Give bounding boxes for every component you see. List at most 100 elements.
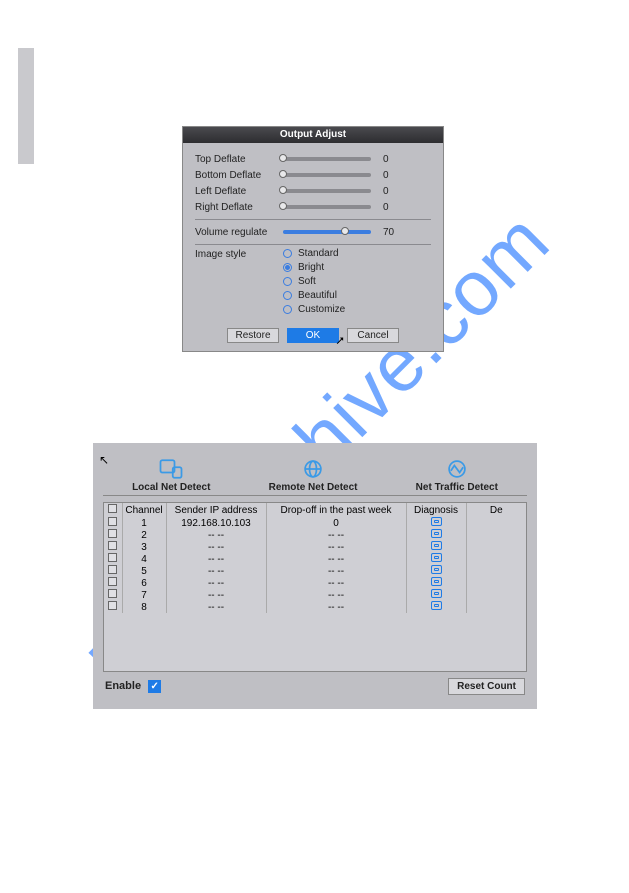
deflate-slider[interactable] [283,173,371,177]
cell-dropoff: -- -- [266,529,406,541]
volume-value: 70 [383,227,394,238]
deflate-slider[interactable] [283,189,371,193]
diagnosis-icon[interactable] [431,541,442,550]
cell-dropoff: -- -- [266,541,406,553]
radio-icon [283,249,292,258]
cell-ip: -- -- [166,529,266,541]
row-checkbox[interactable] [108,553,117,562]
radio-icon [283,291,292,300]
deflate-slider[interactable] [283,157,371,161]
image-style-option[interactable]: Soft [283,274,431,288]
cell-channel: 7 [122,589,166,601]
reset-count-button[interactable]: Reset Count [448,678,525,695]
slider-label: Left Deflate [195,186,283,197]
tab-underline [103,495,527,496]
volume-label: Volume regulate [195,227,283,238]
separator [195,219,431,220]
slider-label: Bottom Deflate [195,170,283,181]
image-style-option[interactable]: Bright [283,260,431,274]
enable-row: Enable ✓ [105,680,161,693]
net-detect-panel: ↖ Local Net Detect Remote Net Detect Net… [93,443,537,709]
tab-remote-net-detect[interactable]: Remote Net Detect [269,458,358,493]
diagnosis-icon[interactable] [431,577,442,586]
deflate-slider[interactable] [283,205,371,209]
table-row: 3-- ---- -- [104,541,526,553]
cell-dropoff: 0 [266,517,406,529]
slider-value: 0 [383,186,389,197]
header-checkbox[interactable] [108,504,117,513]
cell-channel: 6 [122,577,166,589]
mouse-cursor-icon: ↖ [99,453,109,467]
tab-net-traffic-detect[interactable]: Net Traffic Detect [416,458,498,493]
cell-channel: 5 [122,565,166,577]
diagnosis-icon[interactable] [431,529,442,538]
cell-dropoff: -- -- [266,589,406,601]
col-dropoff: Drop-off in the past week [266,503,406,517]
slider-value: 0 [383,202,389,213]
restore-button[interactable]: Restore [227,328,279,343]
enable-checkbox[interactable]: ✓ [148,680,161,693]
table-row: 5-- ---- -- [104,565,526,577]
table-row: 1192.168.10.1030 [104,517,526,529]
col-det: De [466,503,526,517]
page-side-bar [18,48,34,164]
cell-dropoff: -- -- [266,565,406,577]
radio-icon [283,305,292,314]
cell-channel: 3 [122,541,166,553]
table-row: 8-- ---- -- [104,601,526,613]
diagnosis-icon[interactable] [431,553,442,562]
cell-channel: 2 [122,529,166,541]
cell-ip: -- -- [166,601,266,613]
cell-dropoff: -- -- [266,553,406,565]
radio-icon [283,277,292,286]
cell-channel: 1 [122,517,166,529]
row-checkbox[interactable] [108,541,117,550]
col-channel: Channel [122,503,166,517]
slider-value: 0 [383,154,389,165]
row-checkbox[interactable] [108,601,117,610]
cell-dropoff: -- -- [266,577,406,589]
row-checkbox[interactable] [108,517,117,526]
col-sender-ip: Sender IP address [166,503,266,517]
cell-ip: -- -- [166,541,266,553]
cell-channel: 8 [122,601,166,613]
table-row: 2-- ---- -- [104,529,526,541]
traffic-icon [416,458,498,480]
cell-ip: -- -- [166,577,266,589]
output-adjust-dialog: Output Adjust Top Deflate0Bottom Deflate… [182,126,444,352]
cell-channel: 4 [122,553,166,565]
channel-table: Channel Sender IP address Drop-off in th… [103,502,527,672]
slider-label: Right Deflate [195,202,283,213]
cancel-button[interactable]: Cancel [347,328,399,343]
cell-ip: -- -- [166,589,266,601]
cell-ip: -- -- [166,553,266,565]
slider-value: 0 [383,170,389,181]
cell-dropoff: -- -- [266,601,406,613]
diagnosis-icon[interactable] [431,601,442,610]
tab-local-net-detect[interactable]: Local Net Detect [132,458,210,493]
mouse-cursor-icon: ⭧ [336,335,344,348]
table-row: 7-- ---- -- [104,589,526,601]
row-checkbox[interactable] [108,589,117,598]
local-net-icon [132,458,210,480]
table-row: 6-- ---- -- [104,577,526,589]
volume-slider[interactable] [283,230,371,234]
remote-net-icon [269,458,358,480]
slider-label: Top Deflate [195,154,283,165]
diagnosis-icon[interactable] [431,517,442,526]
col-diagnosis: Diagnosis [406,503,466,517]
cell-ip: -- -- [166,565,266,577]
image-style-option[interactable]: Standard [283,246,431,260]
image-style-option[interactable]: Beautiful [283,288,431,302]
image-style-option[interactable]: Customize [283,302,431,316]
diagnosis-icon[interactable] [431,565,442,574]
cell-ip: 192.168.10.103 [166,517,266,529]
row-checkbox[interactable] [108,565,117,574]
table-row: 4-- ---- -- [104,553,526,565]
radio-icon [283,263,292,272]
row-checkbox[interactable] [108,529,117,538]
row-checkbox[interactable] [108,577,117,586]
image-style-label: Image style [195,249,283,260]
ok-button[interactable]: OK ⭧ [287,328,339,343]
diagnosis-icon[interactable] [431,589,442,598]
